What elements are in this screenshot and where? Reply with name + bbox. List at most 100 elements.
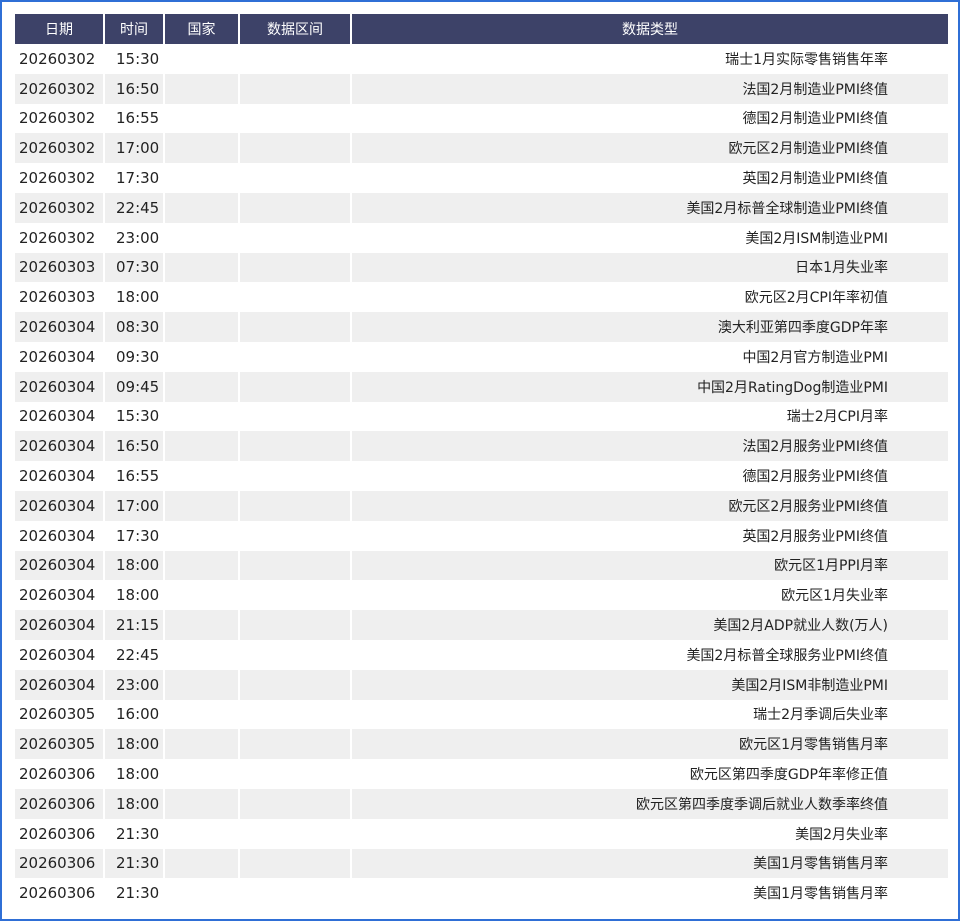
cell-range xyxy=(240,550,352,581)
cell-time: 16:50 xyxy=(105,431,165,462)
cell-range xyxy=(240,788,352,819)
cell-type: 欧元区2月制造业PMI终值 xyxy=(352,133,948,164)
cell-type: 欧元区2月CPI年率初值 xyxy=(352,282,948,313)
cell-time: 09:45 xyxy=(105,371,165,402)
cell-date: 20260304 xyxy=(15,550,105,581)
table-row: 20260304 09:30 中国2月官方制造业PMI xyxy=(15,341,948,372)
cell-range xyxy=(240,461,352,491)
table-row: 20260302 16:50 法国2月制造业PMI终值 xyxy=(15,73,948,104)
cell-date: 20260302 xyxy=(15,44,105,74)
calendar-table-wrapper: 日期 时间 国家 数据区间 数据类型 20260302 15:30 瑞士1月实际零售… xyxy=(15,14,948,909)
cell-range xyxy=(240,252,352,283)
table-row: 20260302 23:00 美国2月ISM制造业PMI xyxy=(15,222,948,253)
cell-date: 20260306 xyxy=(15,788,105,819)
table-row: 20260305 16:00 瑞士2月季调后失业率 xyxy=(15,699,948,730)
cell-date: 20260304 xyxy=(15,580,105,611)
cell-country xyxy=(165,729,240,760)
cell-range xyxy=(240,759,352,789)
cell-date: 20260304 xyxy=(15,669,105,700)
table-row: 20260304 09:45 中国2月RatingDog制造业PMI xyxy=(15,371,948,402)
table-row: 20260304 16:55 德国2月服务业PMI终值 xyxy=(15,461,948,491)
cell-country xyxy=(165,163,240,193)
cell-range xyxy=(240,341,352,372)
cell-country xyxy=(165,610,240,640)
cell-time: 17:30 xyxy=(105,520,165,551)
table-row: 20260304 23:00 美国2月ISM非制造业PMI xyxy=(15,669,948,700)
cell-date: 20260302 xyxy=(15,163,105,193)
cell-type: 美国1月零售销售月率 xyxy=(352,848,948,879)
cell-type: 英国2月制造业PMI终值 xyxy=(352,163,948,193)
cell-range xyxy=(240,520,352,551)
cell-time: 16:50 xyxy=(105,73,165,104)
cell-type: 美国2月ISM非制造业PMI xyxy=(352,669,948,700)
cell-date: 20260304 xyxy=(15,371,105,402)
cell-type: 美国2月ISM制造业PMI xyxy=(352,222,948,253)
header-time: 时间 xyxy=(105,14,165,44)
cell-country xyxy=(165,461,240,491)
table-row: 20260303 18:00 欧元区2月CPI年率初值 xyxy=(15,282,948,313)
cell-time: 18:00 xyxy=(105,550,165,581)
cell-range xyxy=(240,639,352,670)
cell-country xyxy=(165,312,240,342)
calendar-frame: 日期 时间 国家 数据区间 数据类型 20260302 15:30 瑞士1月实际零售… xyxy=(0,0,960,921)
cell-range xyxy=(240,610,352,640)
cell-type: 瑞士2月季调后失业率 xyxy=(352,699,948,730)
table-row: 20260304 15:30 瑞士2月CPI月率 xyxy=(15,401,948,432)
cell-time: 16:00 xyxy=(105,699,165,730)
cell-range xyxy=(240,669,352,700)
cell-date: 20260303 xyxy=(15,282,105,313)
header-date: 日期 xyxy=(15,14,105,44)
cell-range xyxy=(240,431,352,462)
cell-type: 瑞士1月实际零售销售年率 xyxy=(352,44,948,74)
economic-calendar-table: 日期 时间 国家 数据区间 数据类型 20260302 15:30 瑞士1月实际零售… xyxy=(15,14,948,909)
cell-date: 20260304 xyxy=(15,401,105,432)
cell-date: 20260302 xyxy=(15,222,105,253)
cell-range xyxy=(240,490,352,521)
table-row: 20260303 07:30 日本1月失业率 xyxy=(15,252,948,283)
cell-date: 20260302 xyxy=(15,192,105,223)
table-row: 20260305 18:00 欧元区1月零售销售月率 xyxy=(15,729,948,760)
cell-time: 22:45 xyxy=(105,192,165,223)
cell-country xyxy=(165,788,240,819)
cell-time: 18:00 xyxy=(105,759,165,789)
cell-country xyxy=(165,44,240,74)
cell-type: 欧元区1月零售销售月率 xyxy=(352,729,948,760)
table-row: 20260306 21:30 美国1月零售销售月率 xyxy=(15,878,948,909)
cell-time: 21:30 xyxy=(105,878,165,909)
cell-country xyxy=(165,878,240,909)
cell-date: 20260302 xyxy=(15,133,105,164)
cell-type: 美国1月零售销售月率 xyxy=(352,878,948,909)
header-range: 数据区间 xyxy=(240,14,352,44)
cell-country xyxy=(165,282,240,313)
cell-range xyxy=(240,44,352,74)
table-row: 20260304 17:30 英国2月服务业PMI终值 xyxy=(15,520,948,551)
cell-time: 15:30 xyxy=(105,44,165,74)
cell-country xyxy=(165,371,240,402)
table-row: 20260302 15:30 瑞士1月实际零售销售年率 xyxy=(15,44,948,74)
cell-date: 20260304 xyxy=(15,490,105,521)
table-row: 20260304 22:45 美国2月标普全球服务业PMI终值 xyxy=(15,639,948,670)
table-row: 20260306 18:00 欧元区第四季度季调后就业人数季率终值 xyxy=(15,788,948,819)
table-row: 20260304 17:00 欧元区2月服务业PMI终值 xyxy=(15,490,948,521)
table-row: 20260304 21:15 美国2月ADP就业人数(万人) xyxy=(15,610,948,640)
cell-range xyxy=(240,73,352,104)
table-row: 20260302 17:30 英国2月制造业PMI终值 xyxy=(15,163,948,193)
cell-range xyxy=(240,848,352,879)
table-body: 20260302 15:30 瑞士1月实际零售销售年率 20260302 16:50 法国… xyxy=(15,44,948,909)
cell-range xyxy=(240,401,352,432)
cell-date: 20260305 xyxy=(15,699,105,730)
cell-range xyxy=(240,282,352,313)
cell-range xyxy=(240,371,352,402)
cell-country xyxy=(165,103,240,134)
cell-date: 20260304 xyxy=(15,639,105,670)
table-row: 20260302 22:45 美国2月标普全球制造业PMI终值 xyxy=(15,192,948,223)
cell-country xyxy=(165,252,240,283)
cell-country xyxy=(165,341,240,372)
cell-date: 20260306 xyxy=(15,848,105,879)
cell-type: 美国2月失业率 xyxy=(352,818,948,849)
cell-time: 23:00 xyxy=(105,669,165,700)
cell-date: 20260304 xyxy=(15,610,105,640)
cell-type: 法国2月服务业PMI终值 xyxy=(352,431,948,462)
cell-country xyxy=(165,580,240,611)
cell-country xyxy=(165,490,240,521)
